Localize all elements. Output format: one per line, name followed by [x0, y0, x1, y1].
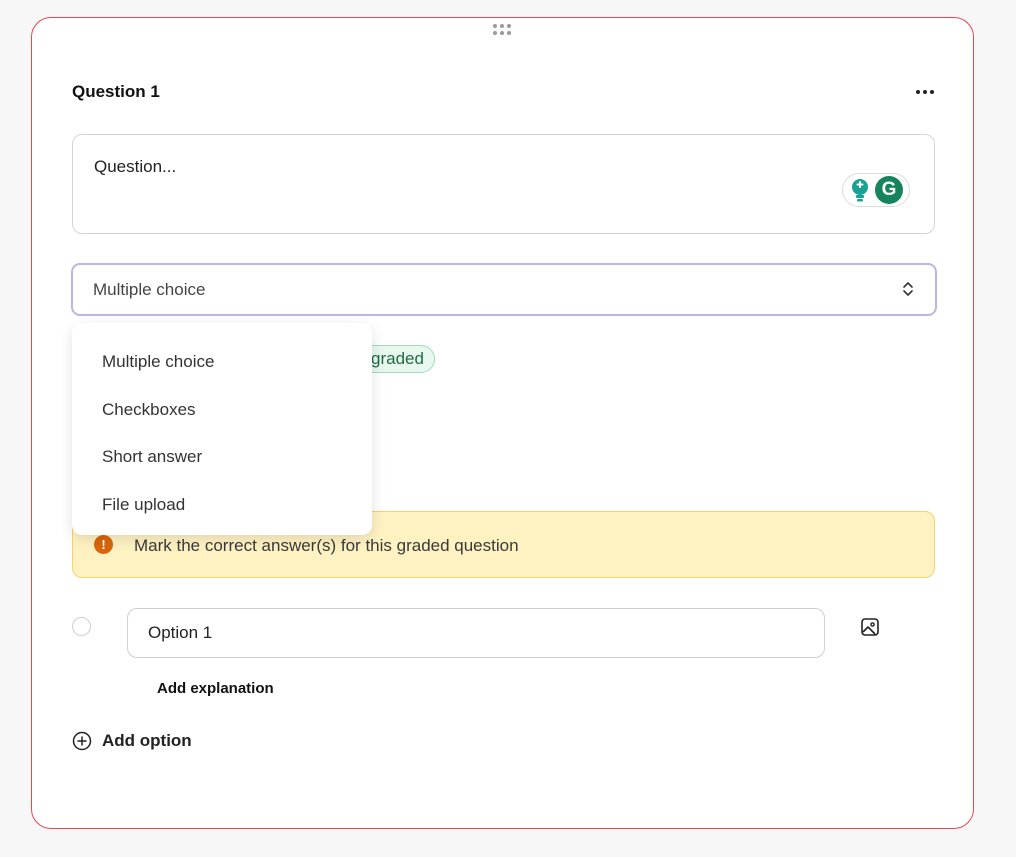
- add-option-label: Add option: [102, 731, 192, 750]
- chevron-up-down-icon: [903, 282, 913, 296]
- question-type-dropdown: Multiple choice Checkboxes Short answer …: [72, 323, 372, 535]
- more-dot: [930, 90, 934, 94]
- more-dot: [923, 90, 927, 94]
- dropdown-item-multiple-choice[interactable]: Multiple choice: [102, 352, 214, 372]
- grammarly-icon[interactable]: G: [875, 176, 903, 204]
- question-type-value: Multiple choice: [93, 280, 206, 299]
- more-options-button[interactable]: [912, 82, 938, 102]
- add-explanation-button[interactable]: Add explanation: [157, 680, 274, 697]
- question-title: Question 1: [72, 82, 160, 101]
- dropdown-item-file-upload[interactable]: File upload: [102, 495, 185, 515]
- correct-answer-radio[interactable]: [72, 617, 91, 636]
- option-input[interactable]: [127, 608, 825, 658]
- dropdown-item-short-answer[interactable]: Short answer: [102, 447, 202, 467]
- plus-circle-icon: [72, 731, 92, 751]
- question-placeholder: Question...: [94, 157, 177, 176]
- more-dot: [916, 90, 920, 94]
- add-option-button[interactable]: Add option: [72, 731, 192, 751]
- question-type-select[interactable]: Multiple choice: [71, 263, 937, 316]
- exclamation-circle-icon: !: [94, 535, 113, 554]
- grammarly-widget[interactable]: G: [842, 173, 910, 207]
- image-icon[interactable]: [860, 617, 880, 637]
- lightbulb-icon[interactable]: [849, 177, 871, 203]
- question-card: Question 1 Question... G Multiple choice: [31, 17, 974, 829]
- warning-text: Mark the correct answer(s) for this grad…: [134, 536, 519, 555]
- question-input[interactable]: Question... G: [72, 134, 935, 234]
- drag-handle-icon[interactable]: [493, 24, 513, 36]
- dropdown-item-checkboxes[interactable]: Checkboxes: [102, 400, 196, 420]
